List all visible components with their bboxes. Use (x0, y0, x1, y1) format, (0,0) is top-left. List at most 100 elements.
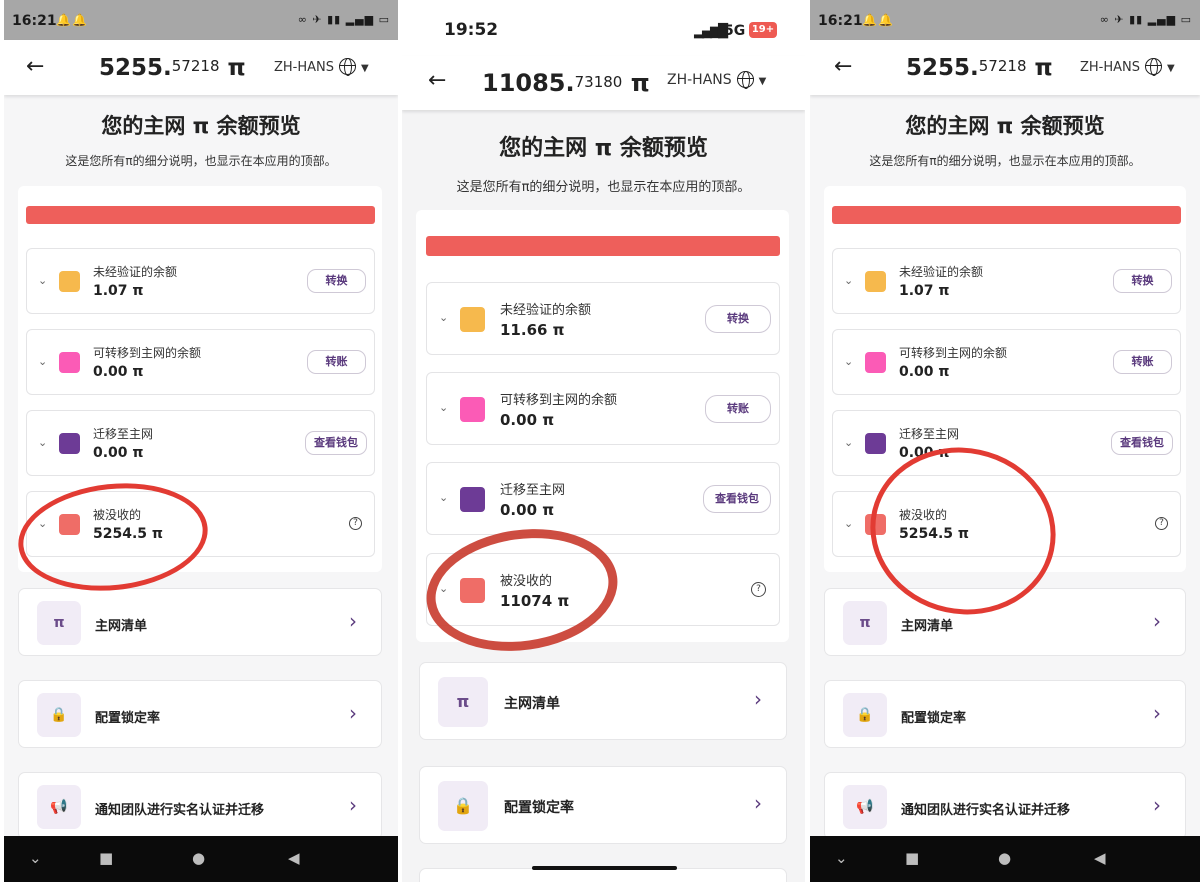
status-time: 16:21 (12, 13, 57, 29)
convert-button[interactable]: 转换 (705, 305, 771, 333)
row-unverified-balance[interactable]: ⌄ 未经验证的余额 1.07 π 转换 (26, 248, 375, 314)
system-status-icons: ∞ ✈ ▮▮ ▂▄▆ ▭ (1099, 13, 1192, 26)
back-arrow-icon[interactable]: ← (428, 68, 446, 93)
color-swatch-migrated (460, 487, 485, 512)
row-value: 0.00 π (93, 445, 144, 461)
status-time: 19:52 (444, 20, 499, 40)
android-nav-bar: ⌄ ■ ● ◀ (4, 836, 398, 882)
nav-lockup-config[interactable]: 🔒 配置锁定率 › (824, 680, 1186, 748)
view-wallet-button[interactable]: 查看钱包 (1111, 431, 1173, 455)
color-swatch-unverified (460, 307, 485, 332)
chevron-right-icon: › (1153, 793, 1161, 817)
back-triangle-icon[interactable]: ◀ (288, 849, 300, 867)
balance-distribution-bar (832, 206, 1181, 224)
chevron-down-icon[interactable]: ⌄ (835, 849, 848, 867)
caret-down-icon: ▼ (361, 63, 369, 74)
row-transferable-balance[interactable]: ⌄ 可转移到主网的余额 0.00 π 转账 (26, 329, 375, 395)
help-circle-icon[interactable]: ? (1155, 517, 1168, 530)
color-swatch-transferable (460, 397, 485, 422)
language-selector[interactable]: ZH-HANS ▼ (1080, 58, 1175, 76)
caret-down-icon: ▼ (1167, 63, 1175, 74)
row-value: 1.07 π (899, 283, 950, 299)
status-time: 16:21 (818, 13, 863, 29)
row-unverified-balance[interactable]: ⌄ 未经验证的余额 1.07 π 转换 (832, 248, 1181, 314)
back-arrow-icon[interactable]: ← (834, 54, 852, 79)
app-header: ← 5255.57218 π ZH-HANS ▼ (4, 40, 398, 95)
chevron-right-icon: › (1153, 609, 1161, 633)
chevron-down-icon[interactable]: ⌄ (38, 274, 47, 287)
clipboard-pi-icon: π (438, 677, 488, 727)
recents-square-icon[interactable]: ■ (99, 849, 113, 867)
nav-lockup-config[interactable]: 🔒 配置锁定率 › (18, 680, 382, 748)
clipboard-pi-icon: π (37, 601, 81, 645)
chevron-down-icon[interactable]: ⌄ (844, 274, 853, 287)
globe-icon (339, 58, 357, 76)
transfer-button[interactable]: 转账 (1113, 350, 1172, 374)
signal-icon: ▂▄▆█ (694, 24, 728, 39)
transfer-button[interactable]: 转账 (307, 350, 366, 374)
chevron-right-icon: › (349, 793, 357, 817)
back-arrow-icon[interactable]: ← (26, 54, 44, 79)
color-swatch-unverified (865, 271, 886, 292)
nav-mainnet-checklist[interactable]: π 主网清单 › (18, 588, 382, 656)
nav-card-partial[interactable] (419, 868, 787, 882)
color-swatch-migrated (865, 433, 886, 454)
language-selector[interactable]: ZH-HANS ▼ (667, 71, 767, 89)
clipboard-pi-icon: π (843, 601, 887, 645)
nav-notify-kyc-team[interactable]: 📢 通知团队进行实名认证并迁移 › (824, 772, 1186, 840)
nav-label: 主网清单 (95, 619, 148, 634)
nav-label: 配置锁定率 (95, 711, 161, 726)
help-circle-icon[interactable]: ? (751, 582, 766, 597)
home-indicator[interactable] (532, 866, 677, 870)
megaphone-icon: 📢 (843, 785, 887, 829)
row-label: 未经验证的余额 (500, 303, 592, 318)
app-header: ← 11085.73180 π ZH-HANS ▼ (402, 56, 805, 110)
screen-middle: 19:52 ▂▄▆█ 5G 19+ ← 11085.73180 π ZH-HAN… (402, 0, 805, 882)
chevron-right-icon: › (754, 791, 762, 815)
home-circle-icon[interactable]: ● (192, 849, 205, 867)
convert-button[interactable]: 转换 (307, 269, 366, 293)
recents-square-icon[interactable]: ■ (905, 849, 919, 867)
help-circle-icon[interactable]: ? (349, 517, 362, 530)
lock-icon: 🔒 (37, 693, 81, 737)
view-wallet-button[interactable]: 查看钱包 (703, 485, 771, 513)
language-selector[interactable]: ZH-HANS ▼ (274, 58, 369, 76)
back-triangle-icon[interactable]: ◀ (1094, 849, 1106, 867)
row-value: 1.07 π (93, 283, 144, 299)
notification-bell-icon: 🔔 (56, 13, 71, 27)
chevron-down-icon[interactable]: ⌄ (29, 849, 42, 867)
network-type: 5G (724, 23, 746, 39)
nav-label: 主网清单 (901, 619, 954, 634)
chevron-down-icon[interactable]: ⌄ (844, 436, 853, 449)
page-title: 您的主网 π 余额预览 (905, 114, 1105, 138)
chevron-down-icon[interactable]: ⌄ (844, 355, 853, 368)
row-migrated[interactable]: ⌄ 迁移至主网 0.00 π 查看钱包 (26, 410, 375, 476)
balance-distribution-bar (26, 206, 375, 224)
convert-button[interactable]: 转换 (1113, 269, 1172, 293)
notification-bell-icon: 🔔 (72, 13, 87, 27)
chevron-down-icon[interactable]: ⌄ (439, 311, 448, 324)
color-swatch-migrated (59, 433, 80, 454)
row-migrated[interactable]: ⌄ 迁移至主网 0.00 π 查看钱包 (426, 462, 780, 535)
nav-mainnet-checklist[interactable]: π 主网清单 › (419, 662, 787, 740)
view-wallet-button[interactable]: 查看钱包 (305, 431, 367, 455)
row-transferable-balance[interactable]: ⌄ 可转移到主网的余额 0.00 π 转账 (832, 329, 1181, 395)
notification-bell-icon: 🔔 (862, 13, 877, 27)
nav-notify-kyc-team[interactable]: 📢 通知团队进行实名认证并迁移 › (18, 772, 382, 840)
chevron-down-icon[interactable]: ⌄ (38, 355, 47, 368)
row-value: 0.00 π (93, 364, 144, 380)
nav-label: 通知团队进行实名认证并迁移 (901, 803, 1071, 818)
transfer-button[interactable]: 转账 (705, 395, 771, 423)
nav-lockup-config[interactable]: 🔒 配置锁定率 › (419, 766, 787, 844)
row-label: 迁移至主网 (500, 483, 566, 498)
home-circle-icon[interactable]: ● (998, 849, 1011, 867)
chevron-down-icon[interactable]: ⌄ (439, 491, 448, 504)
chevron-down-icon[interactable]: ⌄ (844, 517, 853, 530)
chevron-down-icon[interactable]: ⌄ (439, 401, 448, 414)
chevron-down-icon[interactable]: ⌄ (38, 436, 47, 449)
row-transferable-balance[interactable]: ⌄ 可转移到主网的余额 0.00 π 转账 (426, 372, 780, 445)
row-unverified-balance[interactable]: ⌄ 未经验证的余额 11.66 π 转换 (426, 282, 780, 355)
lock-icon: 🔒 (843, 693, 887, 737)
caret-down-icon: ▼ (758, 76, 767, 87)
row-value: 0.00 π (500, 411, 555, 429)
